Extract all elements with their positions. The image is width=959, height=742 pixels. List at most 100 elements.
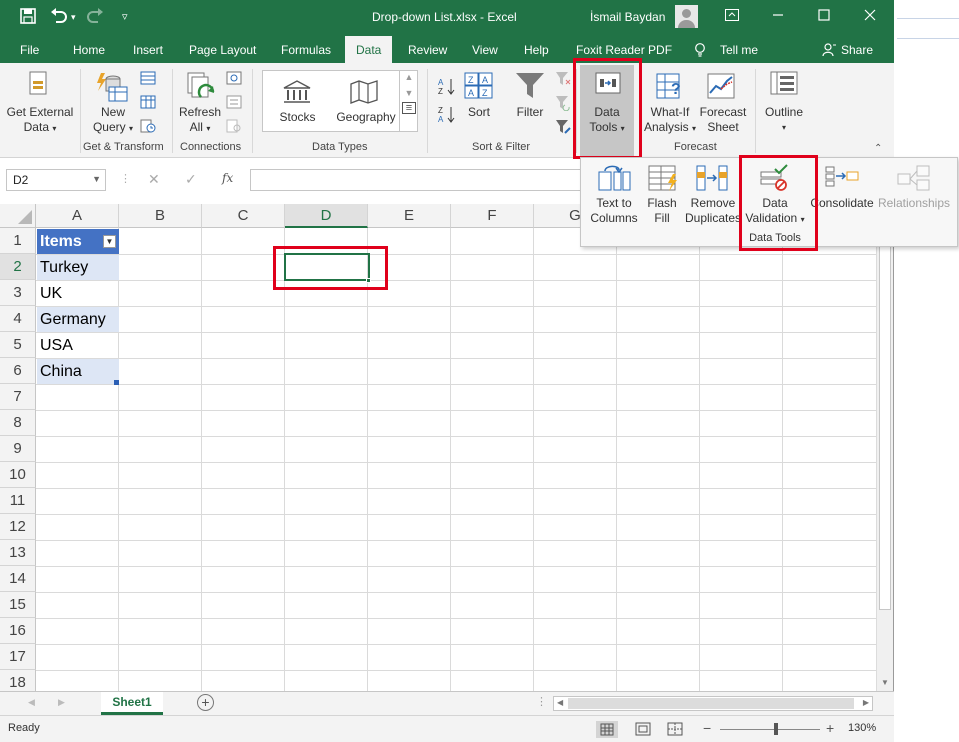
zoom-in-icon[interactable]: + (826, 720, 834, 736)
table-resize-handle-icon[interactable] (114, 380, 119, 385)
vertical-scrollbar[interactable]: ▲ ▼ (876, 204, 893, 691)
text-to-columns-button[interactable]: Text to Columns (587, 196, 641, 226)
worksheet-grid[interactable]: A B C D E F G 1 2 3 4 5 6 7 8 9 10 11 12… (0, 204, 876, 691)
row-header-6[interactable]: 6 (0, 358, 36, 384)
recent-sources-icon[interactable] (140, 119, 156, 136)
tab-formulas[interactable]: Formulas (281, 43, 331, 57)
row-header-13[interactable]: 13 (0, 540, 36, 566)
what-if-analysis-button[interactable]: What-If Analysis ▾ (642, 105, 698, 136)
forecast-sheet-button[interactable]: Forecast Sheet (698, 105, 748, 135)
row-header-8[interactable]: 8 (0, 410, 36, 436)
show-queries-icon[interactable] (140, 71, 156, 88)
select-all-corner[interactable] (0, 204, 36, 228)
close-icon[interactable] (860, 8, 880, 24)
tab-page-layout[interactable]: Page Layout (189, 43, 256, 57)
filter-button[interactable]: Filter (510, 105, 550, 120)
undo-dropdown-icon[interactable]: ▾ (71, 12, 76, 23)
horizontal-scrollbar[interactable]: ◀ ▶ (553, 696, 873, 711)
insert-function-icon[interactable]: fx (222, 171, 233, 185)
tab-home[interactable]: Home (73, 43, 105, 57)
sort-button[interactable]: Sort (460, 105, 498, 120)
table-row[interactable]: USA (37, 333, 119, 358)
stocks-button[interactable]: Stocks (270, 110, 325, 125)
page-break-view-icon[interactable] (666, 721, 684, 741)
col-header-e[interactable]: E (368, 204, 451, 228)
avatar[interactable] (675, 5, 698, 28)
name-box[interactable]: D2 ▼ (6, 169, 106, 191)
row-header-10[interactable]: 10 (0, 462, 36, 488)
row-header-1[interactable]: 1 (0, 228, 36, 254)
table-row[interactable]: Turkey (37, 255, 119, 280)
collapse-ribbon-icon[interactable]: ⌃ (874, 143, 882, 154)
row-header-18[interactable]: 18 (0, 670, 36, 691)
row-header-14[interactable]: 14 (0, 566, 36, 592)
tell-me-search[interactable]: Tell me (720, 43, 758, 57)
from-table-icon[interactable] (140, 95, 156, 112)
tab-insert[interactable]: Insert (133, 43, 163, 57)
row-header-9[interactable]: 9 (0, 436, 36, 462)
geography-button[interactable]: Geography (334, 110, 398, 125)
filter-dropdown-icon[interactable]: ▼ (103, 235, 116, 248)
active-cell-d2[interactable] (284, 253, 370, 281)
tab-split-handle-icon[interactable]: ⋮ (536, 695, 547, 708)
row-header-11[interactable]: 11 (0, 488, 36, 514)
advanced-filter-icon[interactable] (555, 119, 571, 138)
remove-duplicates-button[interactable]: Remove Duplicates (683, 196, 743, 226)
h-scroll-thumb[interactable] (568, 698, 854, 709)
sheet-tab-sheet1[interactable]: Sheet1 (101, 692, 163, 715)
maximize-icon[interactable] (814, 8, 834, 24)
zoom-level[interactable]: 130% (848, 722, 876, 734)
share-user-icon[interactable] (822, 43, 836, 60)
col-header-c[interactable]: C (202, 204, 285, 228)
table-row[interactable]: Germany (37, 307, 119, 332)
minimize-icon[interactable] (768, 8, 788, 24)
user-name[interactable]: İsmail Baydan (590, 10, 665, 24)
zoom-slider-thumb[interactable] (774, 723, 778, 735)
name-box-dropdown-icon[interactable]: ▼ (92, 174, 101, 184)
data-validation-button[interactable]: Data Validation ▾ (743, 196, 807, 227)
new-query-button[interactable]: New Query ▾ (88, 105, 138, 136)
flash-fill-button[interactable]: Flash Fill (641, 196, 683, 226)
gallery-down-icon[interactable]: ▼ (400, 88, 418, 98)
row-header-4[interactable]: 4 (0, 306, 36, 332)
col-header-d[interactable]: D (285, 204, 368, 228)
connections-icon[interactable] (226, 71, 242, 88)
row-header-7[interactable]: 7 (0, 384, 36, 410)
table-row[interactable]: UK (37, 281, 119, 306)
tab-help[interactable]: Help (524, 43, 549, 57)
scroll-right-icon[interactable]: ▶ (863, 698, 869, 707)
sort-za-icon[interactable]: ZA (438, 105, 456, 126)
share-button[interactable]: Share (841, 43, 873, 57)
tab-file[interactable]: File (20, 43, 39, 57)
row-header-3[interactable]: 3 (0, 280, 36, 306)
customize-qat-icon[interactable]: ▿ (122, 10, 128, 23)
tab-foxit-reader-pdf[interactable]: Foxit Reader PDF (576, 43, 672, 57)
row-header-17[interactable]: 17 (0, 644, 36, 670)
fill-handle[interactable] (366, 278, 371, 283)
tab-review[interactable]: Review (408, 43, 447, 57)
col-header-a[interactable]: A (36, 204, 119, 228)
gallery-scroll[interactable]: ▲ ▼ ≡ (399, 70, 418, 132)
zoom-out-icon[interactable]: − (703, 720, 711, 736)
row-header-2[interactable]: 2 (0, 254, 36, 280)
gallery-up-icon[interactable]: ▲ (400, 72, 418, 82)
normal-view-icon[interactable] (596, 721, 618, 738)
gallery-more-icon[interactable]: ≡ (402, 102, 416, 114)
ribbon-display-options-icon[interactable] (722, 8, 742, 24)
table-header-cell[interactable]: Items ▼ (37, 229, 119, 254)
table-row[interactable]: China (37, 359, 119, 384)
col-header-f[interactable]: F (451, 204, 534, 228)
scroll-down-icon[interactable]: ▼ (881, 678, 889, 687)
scroll-thumb[interactable] (879, 224, 891, 610)
save-icon[interactable] (20, 8, 36, 28)
col-header-b[interactable]: B (119, 204, 202, 228)
refresh-all-button[interactable]: Refresh All ▾ (176, 105, 224, 136)
undo-icon[interactable] (50, 8, 68, 28)
zoom-slider[interactable] (720, 729, 820, 730)
outline-button[interactable]: Outline ▾ (760, 105, 808, 135)
scroll-left-icon[interactable]: ◀ (557, 698, 563, 707)
row-header-15[interactable]: 15 (0, 592, 36, 618)
page-layout-view-icon[interactable] (634, 721, 652, 741)
add-sheet-icon[interactable]: + (197, 694, 214, 711)
properties-icon[interactable] (226, 95, 242, 112)
